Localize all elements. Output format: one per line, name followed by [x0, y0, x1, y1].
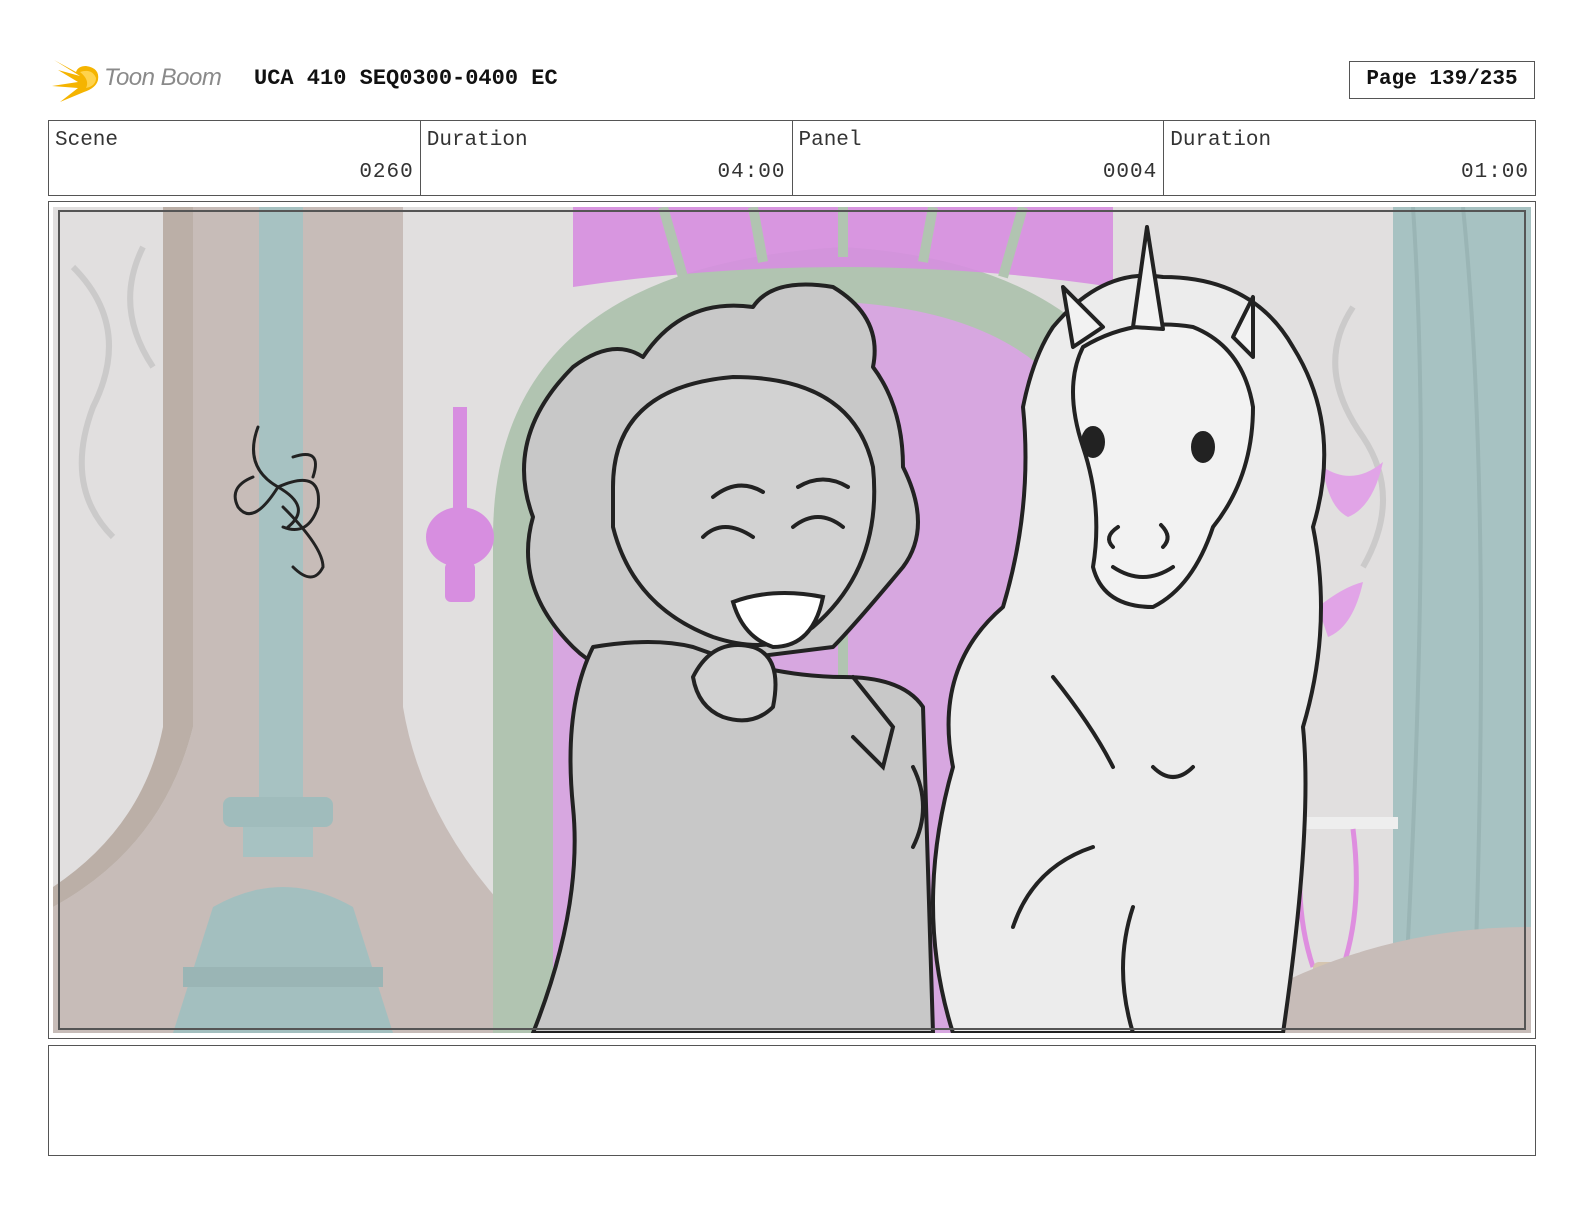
scene-value: 0260: [359, 161, 414, 184]
scene-cell: Scene 0260: [49, 121, 421, 195]
storyboard-panel-frame: [48, 201, 1536, 1039]
panel-duration-label: Duration: [1170, 129, 1272, 152]
logo-text: Toon Boom: [104, 64, 222, 91]
panel-notes-box: [48, 1045, 1536, 1156]
scene-duration-label: Duration: [426, 129, 528, 152]
storyboard-panel-image: [53, 207, 1531, 1033]
panel-duration-cell: Duration 01:00: [1164, 121, 1535, 195]
document-title: UCA 410 SEQ0300-0400 EC: [254, 66, 558, 91]
panel-cell: Panel 0004: [793, 121, 1165, 195]
panel-label: Panel: [798, 129, 862, 152]
flame-icon: [52, 60, 99, 102]
panel-illustration: [53, 207, 1531, 1033]
scene-label: Scene: [55, 129, 119, 152]
scene-duration-value: 04:00: [717, 161, 786, 184]
toon-boom-logo: Toon Boom: [50, 54, 240, 108]
panel-info-row: Scene 0260 Duration 04:00 Panel 0004 Dur…: [48, 120, 1536, 196]
panel-value: 0004: [1102, 161, 1158, 184]
page-indicator: Page 139/235: [1349, 61, 1535, 99]
scene-duration-cell: Duration 04:00: [421, 121, 793, 195]
panel-duration-value: 01:00: [1460, 161, 1529, 184]
